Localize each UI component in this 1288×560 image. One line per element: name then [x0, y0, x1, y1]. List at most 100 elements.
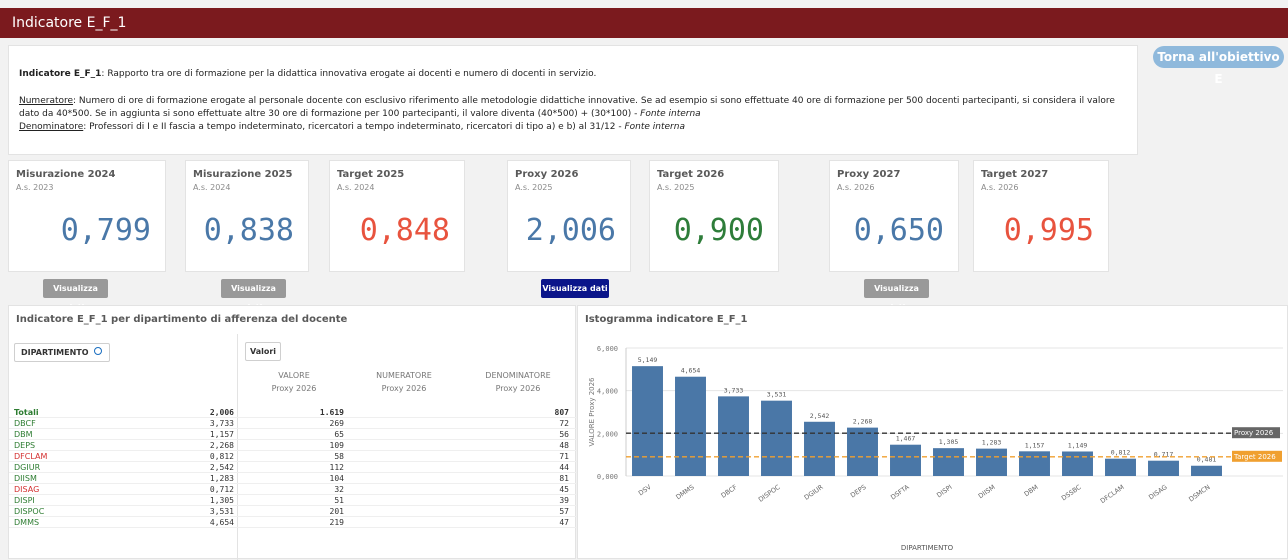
- numeratore-cell: 112: [329, 463, 344, 472]
- x-tick-label: DISPI: [935, 483, 953, 499]
- bar-value-label: 3,531: [767, 391, 787, 399]
- valore-cell: 1,283: [209, 474, 234, 483]
- department-cell: DEPS: [14, 441, 36, 450]
- kpi-value: 2,006: [525, 213, 616, 248]
- y-tick-label: 0,000: [597, 473, 618, 481]
- department-cell: DGIUR: [14, 463, 41, 472]
- kpi-title: Misurazione 2025: [193, 169, 293, 180]
- kpi-subtitle: A.s. 2024: [193, 183, 231, 192]
- denominatore-cell: 57: [559, 507, 569, 516]
- table-row[interactable]: DFCLAM 0,812 58 71: [9, 451, 579, 462]
- kpi-title: Target 2025: [337, 169, 405, 180]
- description-intro: Indicatore E_F_1: Rapporto tra ore di fo…: [19, 68, 1127, 81]
- kpi-value: 0,838: [203, 213, 294, 248]
- table-row[interactable]: DMMS 4,654 219 47: [9, 517, 579, 528]
- page-title: Indicatore E_F_1: [0, 8, 1288, 38]
- x-tick-label: DGIUR: [803, 483, 825, 502]
- denominatore-cell: 81: [559, 474, 569, 483]
- table-row[interactable]: DGIUR 2,542 112 44: [9, 462, 579, 473]
- numeratore-cell: 65: [334, 430, 344, 439]
- department-filter-label: DIPARTIMENTO: [21, 348, 89, 357]
- histogram-bar: [933, 448, 964, 476]
- y-tick-label: 2,000: [597, 430, 618, 438]
- department-cell: DISAG: [14, 485, 40, 494]
- view-data-button-misurazione-2024[interactable]: Visualizza dati: [43, 279, 108, 312]
- valore-cell: 3,733: [209, 419, 234, 428]
- histogram-bar: [1191, 465, 1222, 476]
- x-tick-label: DSV: [637, 483, 653, 498]
- bar-value-label: 2,542: [810, 412, 830, 420]
- table-row[interactable]: DISAG 0,712 32 45: [9, 484, 579, 495]
- x-tick-label: DEPS: [849, 483, 868, 499]
- table-row[interactable]: DEPS 2,268 109 48: [9, 440, 579, 451]
- kpi-value: 0,848: [359, 213, 450, 248]
- department-filter[interactable]: DIPARTIMENTO: [14, 343, 110, 362]
- department-cell: DMMS: [14, 518, 40, 527]
- department-cell: DISPI: [14, 496, 35, 505]
- kpi-title: Proxy 2027: [837, 169, 901, 180]
- numeratore-cell: 51: [334, 496, 344, 505]
- kpi-subtitle: A.s. 2024: [337, 183, 375, 192]
- bar-value-label: 4,654: [681, 367, 701, 375]
- table-row[interactable]: DBCF 3,733 269 72: [9, 418, 579, 429]
- department-cell: DBM: [14, 430, 33, 439]
- kpi-value: 0,995: [1003, 213, 1094, 248]
- x-tick-label: DSSBC: [1060, 483, 1083, 503]
- numeratore-cell: 1.619: [319, 408, 344, 417]
- back-to-objective-button[interactable]: Torna all'obiettivo E: [1153, 46, 1284, 86]
- valore-cell: 1,157: [209, 430, 234, 439]
- denominatore-cell: 72: [559, 419, 569, 428]
- kpi-value: 0,650: [853, 213, 944, 248]
- bar-value-label: 0,717: [1154, 451, 1174, 459]
- numerator-label: Numeratore: [19, 96, 74, 106]
- denominator-label: Denominatore: [19, 122, 84, 132]
- x-tick-label: DSMCN: [1187, 483, 1211, 503]
- valore-cell: 2,006: [209, 408, 234, 417]
- numeratore-cell: 32: [334, 485, 344, 494]
- description-indicator-label: Indicatore E_F_1: [19, 69, 102, 79]
- histogram-bar: [976, 448, 1007, 476]
- department-cell: DBCF: [14, 419, 36, 428]
- valore-cell: 0,812: [209, 452, 234, 461]
- table-row[interactable]: DIISM 1,283 104 81: [9, 473, 579, 484]
- header-numeratore: NUMERATORE Proxy 2026: [376, 371, 432, 393]
- reference-line-label: Proxy 2026: [1234, 429, 1274, 437]
- table-total-row[interactable]: Totali 2,006 1.619 807: [9, 407, 579, 418]
- denominatore-cell: 39: [559, 496, 569, 505]
- kpi-subtitle: A.s. 2026: [837, 183, 875, 192]
- kpi-subtitle: A.s. 2025: [515, 183, 553, 192]
- bar-value-label: 1,467: [896, 435, 916, 443]
- valore-cell: 2,542: [209, 463, 234, 472]
- kpi-title: Misurazione 2024: [16, 169, 116, 180]
- indicator-description: Indicatore E_F_1: Rapporto tra ore di fo…: [8, 45, 1138, 155]
- denominator-text: : Professori di I e II fascia a tempo in…: [83, 122, 625, 132]
- numerator-text: : Numero di ore di formazione erogate al…: [19, 96, 1115, 119]
- valore-cell: 2,268: [209, 441, 234, 450]
- histogram-bar: [718, 396, 749, 476]
- kpi-card-proxy-2027: Proxy 2027 A.s. 2026 0,650: [829, 160, 959, 272]
- description-denominator: Denominatore: Professori di I e II fasci…: [19, 121, 1127, 134]
- kpi-value: 0,799: [60, 213, 151, 248]
- x-tick-label: DFCLAM: [1099, 483, 1126, 505]
- department-cell: DIISM: [14, 474, 37, 483]
- histogram-bar: [761, 400, 792, 476]
- bar-value-label: 0,812: [1111, 449, 1131, 457]
- kpi-subtitle: A.s. 2026: [981, 183, 1019, 192]
- denominatore-cell: 47: [559, 518, 569, 527]
- histogram-bar: [1019, 451, 1050, 476]
- x-tick-label: DISAG: [1147, 483, 1168, 501]
- valore-cell: 0,712: [209, 485, 234, 494]
- y-axis-label: VALORE Proxy 2026: [588, 377, 596, 447]
- table-row[interactable]: DBM 1,157 65 56: [9, 429, 579, 440]
- view-data-button-proxy-2027[interactable]: Visualizza dati: [864, 279, 929, 312]
- histogram-bar: [1062, 451, 1093, 476]
- view-data-button-misurazione-2025[interactable]: Visualizza dati: [221, 279, 286, 312]
- view-data-button-proxy-2026[interactable]: Visualizza dati: [541, 279, 609, 298]
- values-button[interactable]: Valori: [245, 342, 281, 361]
- kpi-card-misurazione-2025: Misurazione 2025 A.s. 2024 0,838: [185, 160, 309, 272]
- table-row[interactable]: DISPOC 3,531 201 57: [9, 506, 579, 517]
- bar-value-label: 5,149: [638, 356, 658, 364]
- kpi-card-proxy-2026: Proxy 2026 A.s. 2025 2,006: [507, 160, 631, 272]
- table-row[interactable]: DISPI 1,305 51 39: [9, 495, 579, 506]
- kpi-value: 0,900: [673, 213, 764, 248]
